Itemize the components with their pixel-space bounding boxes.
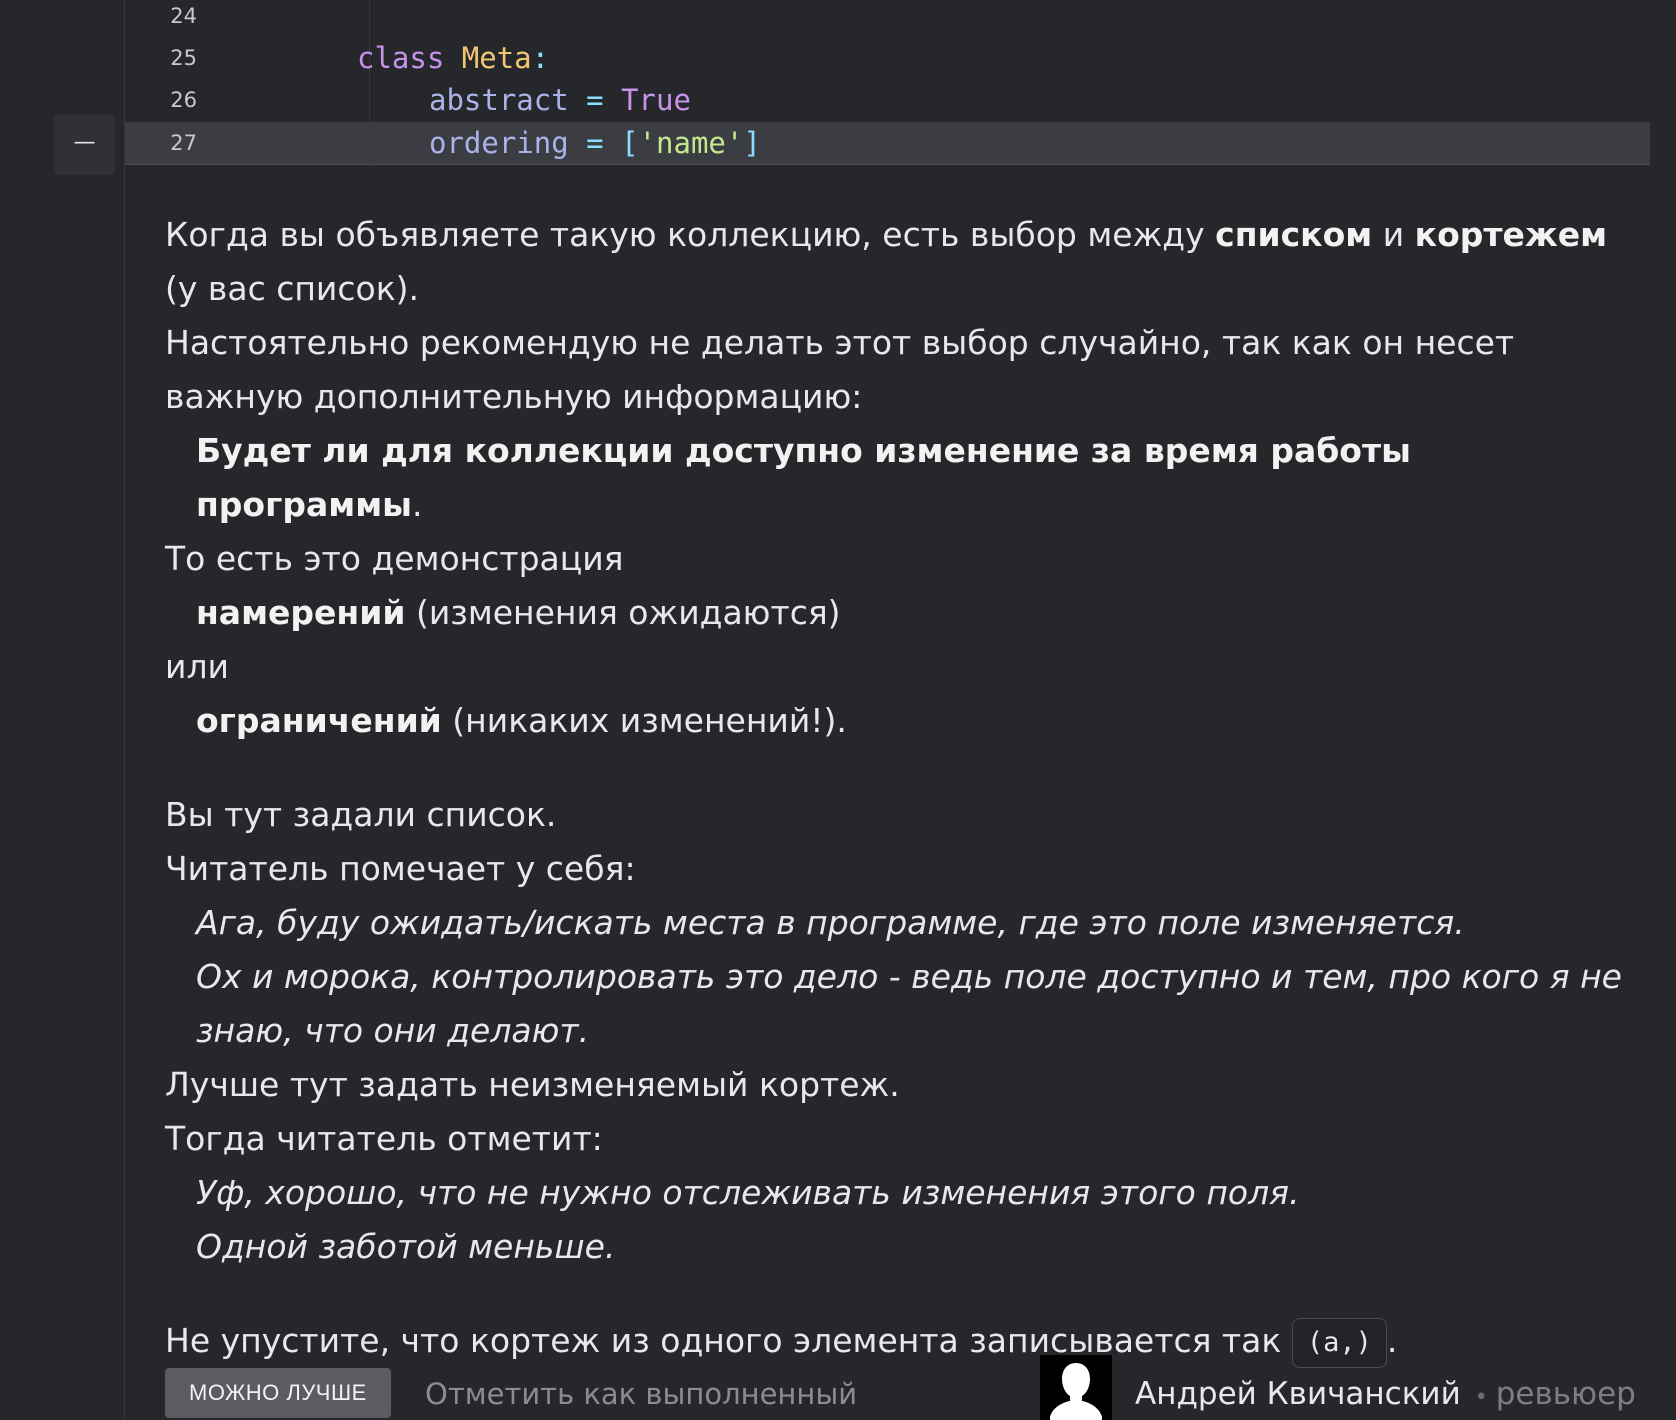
string-token: 'name' <box>638 126 744 160</box>
comment-paragraph: Вы тут задали список. <box>165 795 557 834</box>
line-number: 24 <box>170 4 197 28</box>
bracket-token: ] <box>743 126 761 160</box>
review-comment: Когда вы объявляете такую коллекцию, ест… <box>165 208 1635 1368</box>
code-line: 25 class Meta: <box>125 37 1650 79</box>
comment-paragraph: намерений (изменения ожидаются) <box>196 593 841 632</box>
comment-paragraph: ограничений (никаких изменений!). <box>196 701 847 740</box>
author-role: ревьюер <box>1495 1376 1636 1412</box>
code-text: class Meta: <box>357 37 549 79</box>
avatar <box>1040 1355 1112 1420</box>
code-text: ordering = ['name'] <box>429 122 761 164</box>
class-name-token: Meta <box>461 41 532 75</box>
comment-paragraph: Читатель помечает у себя: <box>165 849 636 888</box>
comment-paragraph: Настоятельно рекомендую не делать этот в… <box>165 323 1515 416</box>
separator-dot: • <box>1474 1385 1488 1410</box>
comment-paragraph: Тогда читатель отметит: <box>165 1119 603 1158</box>
line-number: 26 <box>170 88 197 112</box>
comment-paragraph: То есть это демонстрация <box>165 539 624 578</box>
comment-paragraph: или <box>165 647 229 686</box>
comment-footer: МОЖНО ЛУЧШЕ Отметить как выполненный Анд… <box>165 1355 1636 1420</box>
attribute-token: ordering <box>429 126 569 160</box>
code-line-highlighted: 27 ordering = ['name'] <box>125 122 1650 165</box>
operator-token: = <box>586 83 604 117</box>
line-number: 27 <box>170 131 197 155</box>
comment-paragraph: Одной заботой меньше. <box>196 1227 616 1266</box>
line-number: 25 <box>170 46 197 70</box>
user-silhouette-icon <box>1050 1363 1102 1420</box>
attribute-token: abstract <box>429 83 569 117</box>
code-snippet: 24 25 class Meta: 26 abstract = True 27 … <box>125 0 1650 167</box>
comment-paragraph: Когда вы объявляете такую коллекцию, ест… <box>165 215 1608 308</box>
punctuation-token: : <box>531 41 550 75</box>
constant-token: True <box>621 83 691 117</box>
code-line: 26 abstract = True <box>125 79 1650 121</box>
status-badge: МОЖНО ЛУЧШЕ <box>165 1368 391 1418</box>
comment-paragraph: Уф, хорошо, что не нужно отслеживать изм… <box>196 1173 1300 1212</box>
author-name[interactable]: Андрей Квичанский <box>1135 1376 1461 1412</box>
keyword-token: class <box>357 41 445 75</box>
left-divider <box>124 0 125 1420</box>
code-line: 24 <box>125 0 1650 37</box>
operator-token: = <box>586 126 604 160</box>
mark-done-button[interactable]: Отметить как выполненный <box>425 1368 857 1420</box>
comment-paragraph: Ага, буду ожидать/искать места в програм… <box>196 903 1465 942</box>
bracket-token: [ <box>621 126 639 160</box>
comment-paragraph: Ох и морока, контролировать это дело - в… <box>196 957 1622 1050</box>
code-text: abstract = True <box>429 79 691 121</box>
author-info: Андрей Квичанский • ревьюер <box>1135 1368 1636 1420</box>
comment-paragraph: Не упустите, что кортеж из одного элемен… <box>165 1314 1635 1368</box>
comment-paragraph: Лучше тут задать неизменяемый кортеж. <box>165 1065 900 1104</box>
collapse-button[interactable]: — <box>54 115 115 175</box>
comment-paragraph: Будет ли для коллекции доступно изменени… <box>196 431 1411 524</box>
inline-code: (a,) <box>1291 1317 1387 1368</box>
review-page: — 24 25 class Meta: 26 abstract = True 2… <box>0 0 1676 1420</box>
